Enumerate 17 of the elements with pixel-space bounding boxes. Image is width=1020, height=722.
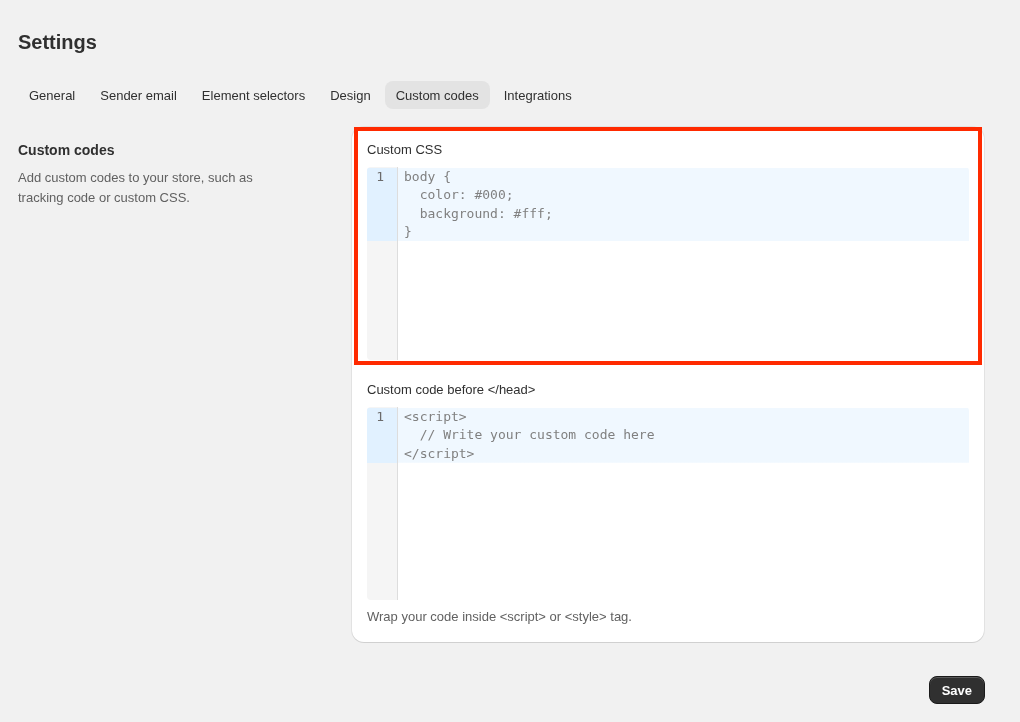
section-description: Add custom codes to your store, such as tracking code or custom CSS. <box>18 169 254 207</box>
settings-tab[interactable]: Custom codes <box>384 81 490 109</box>
settings-tab[interactable]: Design <box>319 81 382 109</box>
line-number: 1 <box>367 408 397 463</box>
line-number: 1 <box>367 168 397 241</box>
settings-tab[interactable]: Element selectors <box>190 81 317 109</box>
code-editor[interactable]: 1 body { color: #000; background: #fff; } <box>367 167 969 360</box>
save-button[interactable]: Save <box>928 676 985 704</box>
settings-tab[interactable]: Integrations <box>492 81 583 109</box>
editor-label: Custom code before </head> <box>367 381 536 399</box>
settings-tab[interactable]: Sender email <box>89 81 188 109</box>
editor-label: Custom CSS <box>367 141 443 159</box>
code-editor[interactable]: 1 <script> // Write your custom code here </script> <box>367 407 969 600</box>
section-title: Custom codes <box>18 141 115 159</box>
editor-hint: Wrap your code inside <script> or <style> tag. <box>367 608 632 626</box>
settings-tab[interactable]: General <box>18 81 87 109</box>
page-title: Settings <box>18 30 97 55</box>
